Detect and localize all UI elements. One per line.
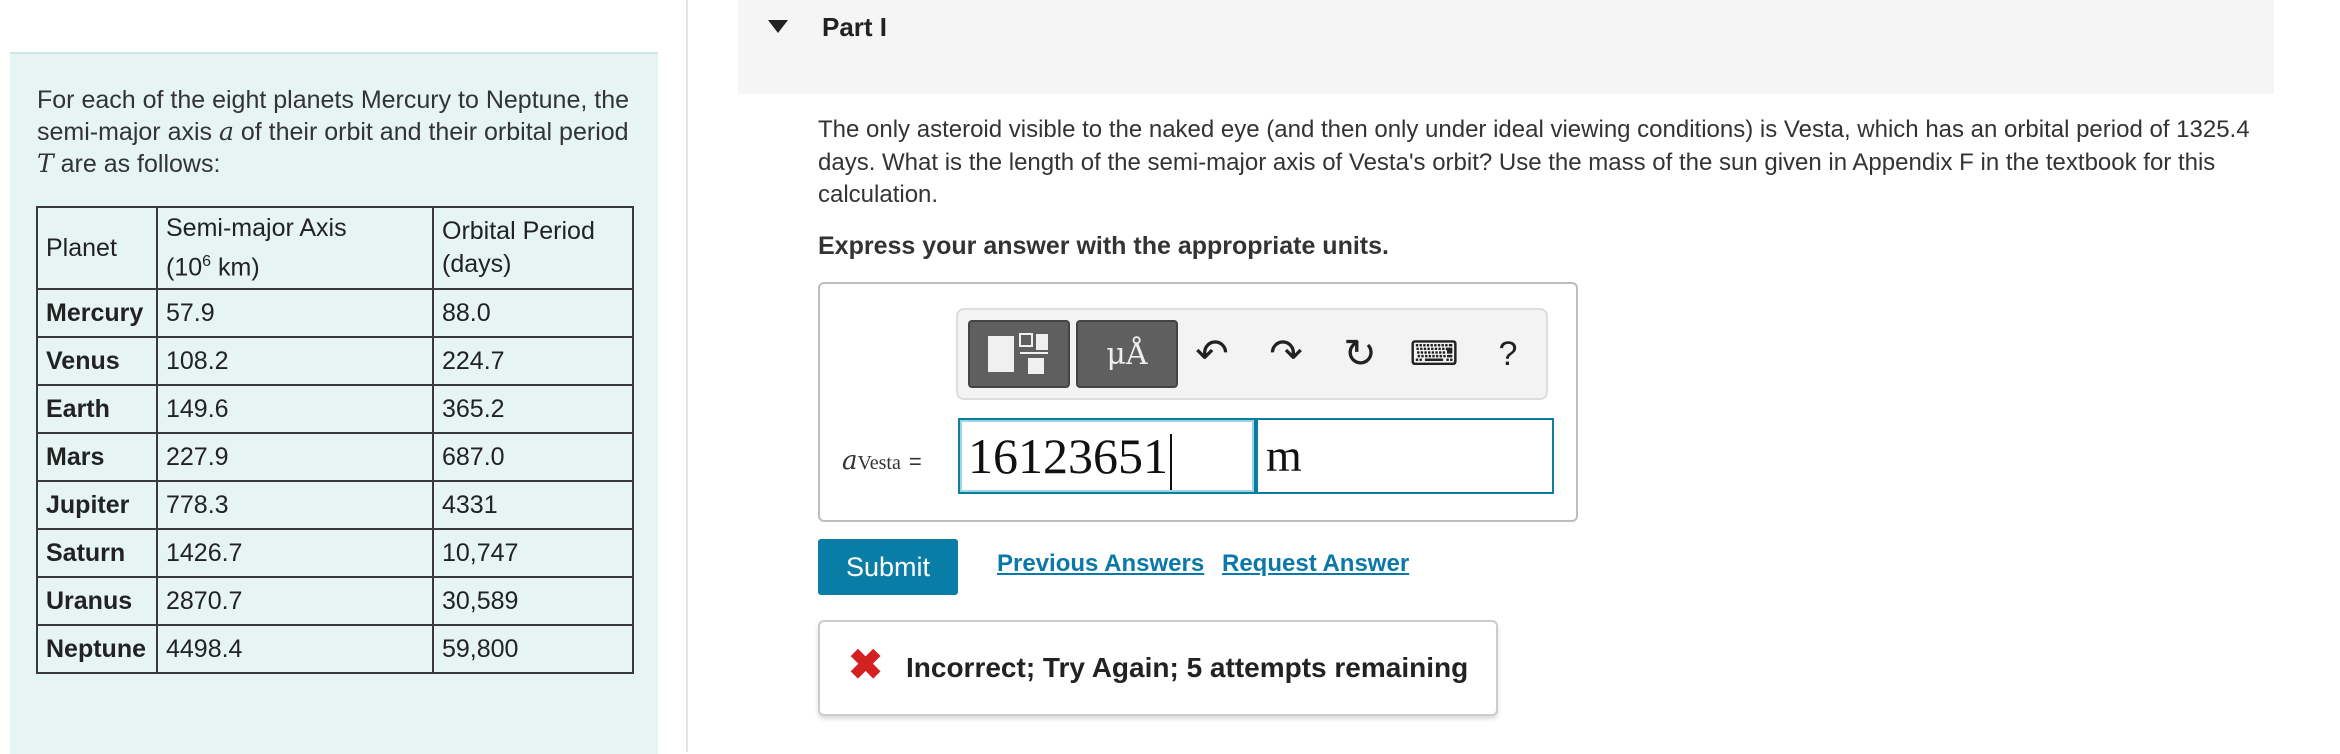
planet-name-cell: Venus	[36, 336, 158, 386]
header-orbital-period: Orbital Period (days)	[432, 206, 634, 290]
table-row: Mercury 57.9 88.0	[36, 288, 634, 338]
templates-button[interactable]	[968, 320, 1070, 388]
intro-text-3: are as follows:	[53, 150, 221, 178]
problem-panel: For each of the eight planets Mercury to…	[10, 52, 658, 754]
semi-major-axis-cell: 57.9	[156, 288, 434, 338]
previous-answers-link[interactable]: Previous Answers	[997, 550, 1204, 578]
orbital-period-cell: 687.0	[432, 432, 634, 482]
semi-major-axis-cell: 149.6	[156, 384, 434, 434]
answer-box: μÅ ↶ ↷ ↻ ⌨ ? aVesta = 16123651 m	[818, 282, 1578, 522]
header-period-label: Orbital Period	[442, 217, 595, 245]
semi-major-axis-cell: 108.2	[156, 336, 434, 386]
orbital-period-cell: 4331	[432, 480, 634, 530]
reset-icon[interactable]: ↻	[1330, 324, 1390, 384]
var-a: a	[218, 117, 234, 146]
orbital-period-cell: 10,747	[432, 528, 634, 578]
semi-major-axis-cell: 2870.7	[156, 576, 434, 626]
pane-divider	[686, 0, 688, 752]
semi-major-axis-cell: 1426.7	[156, 528, 434, 578]
table-header-row: Planet Semi-major Axis (106 km) Orbital …	[36, 206, 634, 290]
header-axis-unit-close: km)	[211, 253, 260, 282]
header-axis-unit-open: (10	[166, 253, 203, 282]
planet-name-cell: Jupiter	[36, 480, 158, 530]
semi-major-axis-cell: 227.9	[156, 432, 434, 482]
feedback-box: ✖ Incorrect; Try Again; 5 attempts remai…	[818, 620, 1498, 716]
header-planet: Planet	[36, 206, 158, 290]
table-row: Saturn 1426.7 10,747	[36, 528, 634, 578]
planet-name-cell: Earth	[36, 384, 158, 434]
semi-major-axis-cell: 4498.4	[156, 624, 434, 674]
planet-name-cell: Mercury	[36, 288, 158, 338]
math-toolbar: μÅ ↶ ↷ ↻ ⌨ ?	[956, 308, 1548, 400]
planet-name-cell: Saturn	[36, 528, 158, 578]
text-cursor	[1170, 433, 1172, 490]
header-axis-label: Semi-major Axis	[166, 213, 347, 242]
incorrect-x-icon: ✖	[848, 641, 884, 688]
orbital-period-cell: 224.7	[432, 336, 634, 386]
redo-icon[interactable]: ↷	[1256, 324, 1316, 384]
collapse-caret-icon[interactable]	[768, 20, 788, 33]
equals-sign: =	[908, 449, 922, 474]
table-row: Mars 227.9 687.0	[36, 432, 634, 482]
planet-name-cell: Uranus	[36, 576, 158, 626]
var-subscript: Vesta	[857, 452, 901, 474]
header-period-unit: (days)	[442, 250, 512, 278]
part-header[interactable]: Part I	[738, 0, 2274, 94]
answer-value-input[interactable]: 16123651	[958, 418, 1256, 494]
var-a-main: a	[842, 446, 858, 476]
table-row: Uranus 2870.7 30,589	[36, 576, 634, 626]
var-t: T	[37, 149, 54, 178]
answer-instruction: Express your answer with the appropriate…	[818, 232, 1389, 260]
help-icon[interactable]: ?	[1478, 324, 1538, 384]
table-row: Neptune 4498.4 59,800	[36, 624, 634, 674]
answer-value-text: 16123651	[968, 428, 1168, 484]
answer-variable-label: aVesta =	[842, 446, 922, 476]
planet-table: Planet Semi-major Axis (106 km) Orbital …	[36, 206, 634, 674]
answer-unit-input[interactable]: m	[1256, 418, 1554, 494]
orbital-period-cell: 88.0	[432, 288, 634, 338]
table-row: Jupiter 778.3 4331	[36, 480, 634, 530]
problem-intro: For each of the eight planets Mercury to…	[37, 84, 637, 180]
part-title: Part I	[822, 12, 888, 42]
header-semi-major-axis: Semi-major Axis (106 km)	[156, 206, 434, 290]
orbital-period-cell: 30,589	[432, 576, 634, 626]
table-row: Earth 149.6 365.2	[36, 384, 634, 434]
question-text: The only asteroid visible to the naked e…	[818, 116, 2250, 208]
units-button[interactable]: μÅ	[1076, 320, 1178, 388]
planet-name-cell: Mars	[36, 432, 158, 482]
planet-name-cell: Neptune	[36, 624, 158, 674]
submit-button[interactable]: Submit	[818, 539, 958, 595]
header-axis-unit-exp: 6	[202, 252, 212, 270]
table-body: Mercury 57.9 88.0 Venus 108.2 224.7 Earth 149.6…	[36, 288, 634, 674]
undo-icon[interactable]: ↶	[1182, 324, 1242, 384]
table-row: Venus 108.2 224.7	[36, 336, 634, 386]
orbital-period-cell: 365.2	[432, 384, 634, 434]
request-answer-link[interactable]: Request Answer	[1222, 550, 1409, 578]
semi-major-axis-cell: 778.3	[156, 480, 434, 530]
intro-text-2: of their orbit and their orbital period	[233, 118, 629, 146]
orbital-period-cell: 59,800	[432, 624, 634, 674]
keyboard-icon[interactable]: ⌨	[1404, 324, 1464, 384]
feedback-message: Incorrect; Try Again; 5 attempts remaini…	[906, 652, 1469, 683]
templates-icon	[988, 333, 1048, 374]
